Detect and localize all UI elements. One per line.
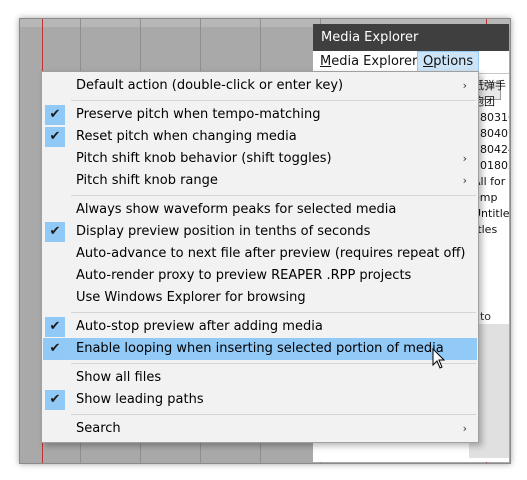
menu-separator bbox=[71, 363, 476, 364]
check-icon: ✔ bbox=[45, 390, 65, 410]
menu-item-label: Search bbox=[76, 421, 121, 436]
menu-separator bbox=[71, 414, 476, 415]
menu-item-label: Always show waveform peaks for selected … bbox=[76, 202, 397, 217]
menu-item-label: Default action (double-click or enter ke… bbox=[76, 78, 344, 93]
menu-item-search[interactable]: Search › bbox=[43, 418, 477, 440]
menu-options[interactable]: Options bbox=[417, 51, 480, 73]
check-icon: ✔ bbox=[45, 222, 65, 242]
check-icon: ✔ bbox=[45, 105, 65, 125]
menu-item-label: Display preview position in tenths of se… bbox=[76, 224, 371, 239]
menu-item-windows-explorer[interactable]: Use Windows Explorer for browsing bbox=[43, 287, 477, 309]
window-title: Media Explorer bbox=[313, 24, 509, 51]
menu-separator bbox=[71, 195, 476, 196]
menu-item-label: Auto-stop preview after adding media bbox=[76, 319, 323, 334]
submenu-arrow-icon: › bbox=[462, 79, 467, 92]
menu-item-auto-advance[interactable]: Auto-advance to next file after preview … bbox=[43, 243, 477, 265]
menu-item-default-action[interactable]: Default action (double-click or enter ke… bbox=[43, 75, 477, 97]
menu-item-auto-stop-preview[interactable]: ✔ Auto-stop preview after adding media bbox=[43, 316, 477, 338]
options-context-menu: Default action (double-click or enter ke… bbox=[41, 71, 479, 443]
menu-item-label: Use Windows Explorer for browsing bbox=[76, 290, 306, 305]
menu-item-label: Enable looping when inserting selected p… bbox=[76, 341, 444, 356]
menu-item-show-leading-paths[interactable]: ✔ Show leading paths bbox=[43, 389, 477, 411]
check-icon: ✔ bbox=[45, 317, 65, 337]
menu-item-label: Pitch shift knob range bbox=[76, 173, 218, 188]
submenu-arrow-icon: › bbox=[462, 152, 467, 165]
menu-item-enable-looping[interactable]: ✔ Enable looping when inserting selected… bbox=[43, 338, 477, 360]
menu-item-show-all-files[interactable]: Show all files bbox=[43, 367, 477, 389]
menu-item-pitch-shift-behavior[interactable]: Pitch shift knob behavior (shift toggles… bbox=[43, 148, 477, 170]
check-icon: ✔ bbox=[45, 339, 65, 359]
menu-item-pitch-shift-range[interactable]: Pitch shift knob range › bbox=[43, 170, 477, 192]
menu-bar: Media Explorer Options bbox=[313, 51, 509, 73]
mouse-cursor-icon bbox=[432, 348, 446, 369]
menu-item-label: Reset pitch when changing media bbox=[76, 129, 297, 144]
menu-item-label: Auto-advance to next file after preview … bbox=[76, 246, 466, 261]
menu-media-explorer[interactable]: Media Explorer bbox=[315, 51, 422, 73]
menu-separator bbox=[71, 312, 476, 313]
submenu-arrow-icon: › bbox=[462, 422, 467, 435]
menu-item-label: Auto-render proxy to preview REAPER .RPP… bbox=[76, 268, 412, 283]
menu-item-reset-pitch[interactable]: ✔ Reset pitch when changing media bbox=[43, 126, 477, 148]
menu-item-auto-render-proxy[interactable]: Auto-render proxy to preview REAPER .RPP… bbox=[43, 265, 477, 287]
submenu-arrow-icon: › bbox=[462, 174, 467, 187]
menu-item-preview-tenths[interactable]: ✔ Display preview position in tenths of … bbox=[43, 221, 477, 243]
menu-item-preserve-pitch[interactable]: ✔ Preserve pitch when tempo-matching bbox=[43, 104, 477, 126]
menu-item-label: Show leading paths bbox=[76, 392, 204, 407]
menu-item-label: Preserve pitch when tempo-matching bbox=[76, 107, 321, 122]
menu-item-label: Pitch shift knob behavior (shift toggles… bbox=[76, 151, 332, 166]
menu-item-label: Show all files bbox=[76, 370, 162, 385]
check-icon: ✔ bbox=[45, 127, 65, 147]
menu-separator bbox=[71, 100, 476, 101]
menu-item-waveform-peaks[interactable]: Always show waveform peaks for selected … bbox=[43, 199, 477, 221]
